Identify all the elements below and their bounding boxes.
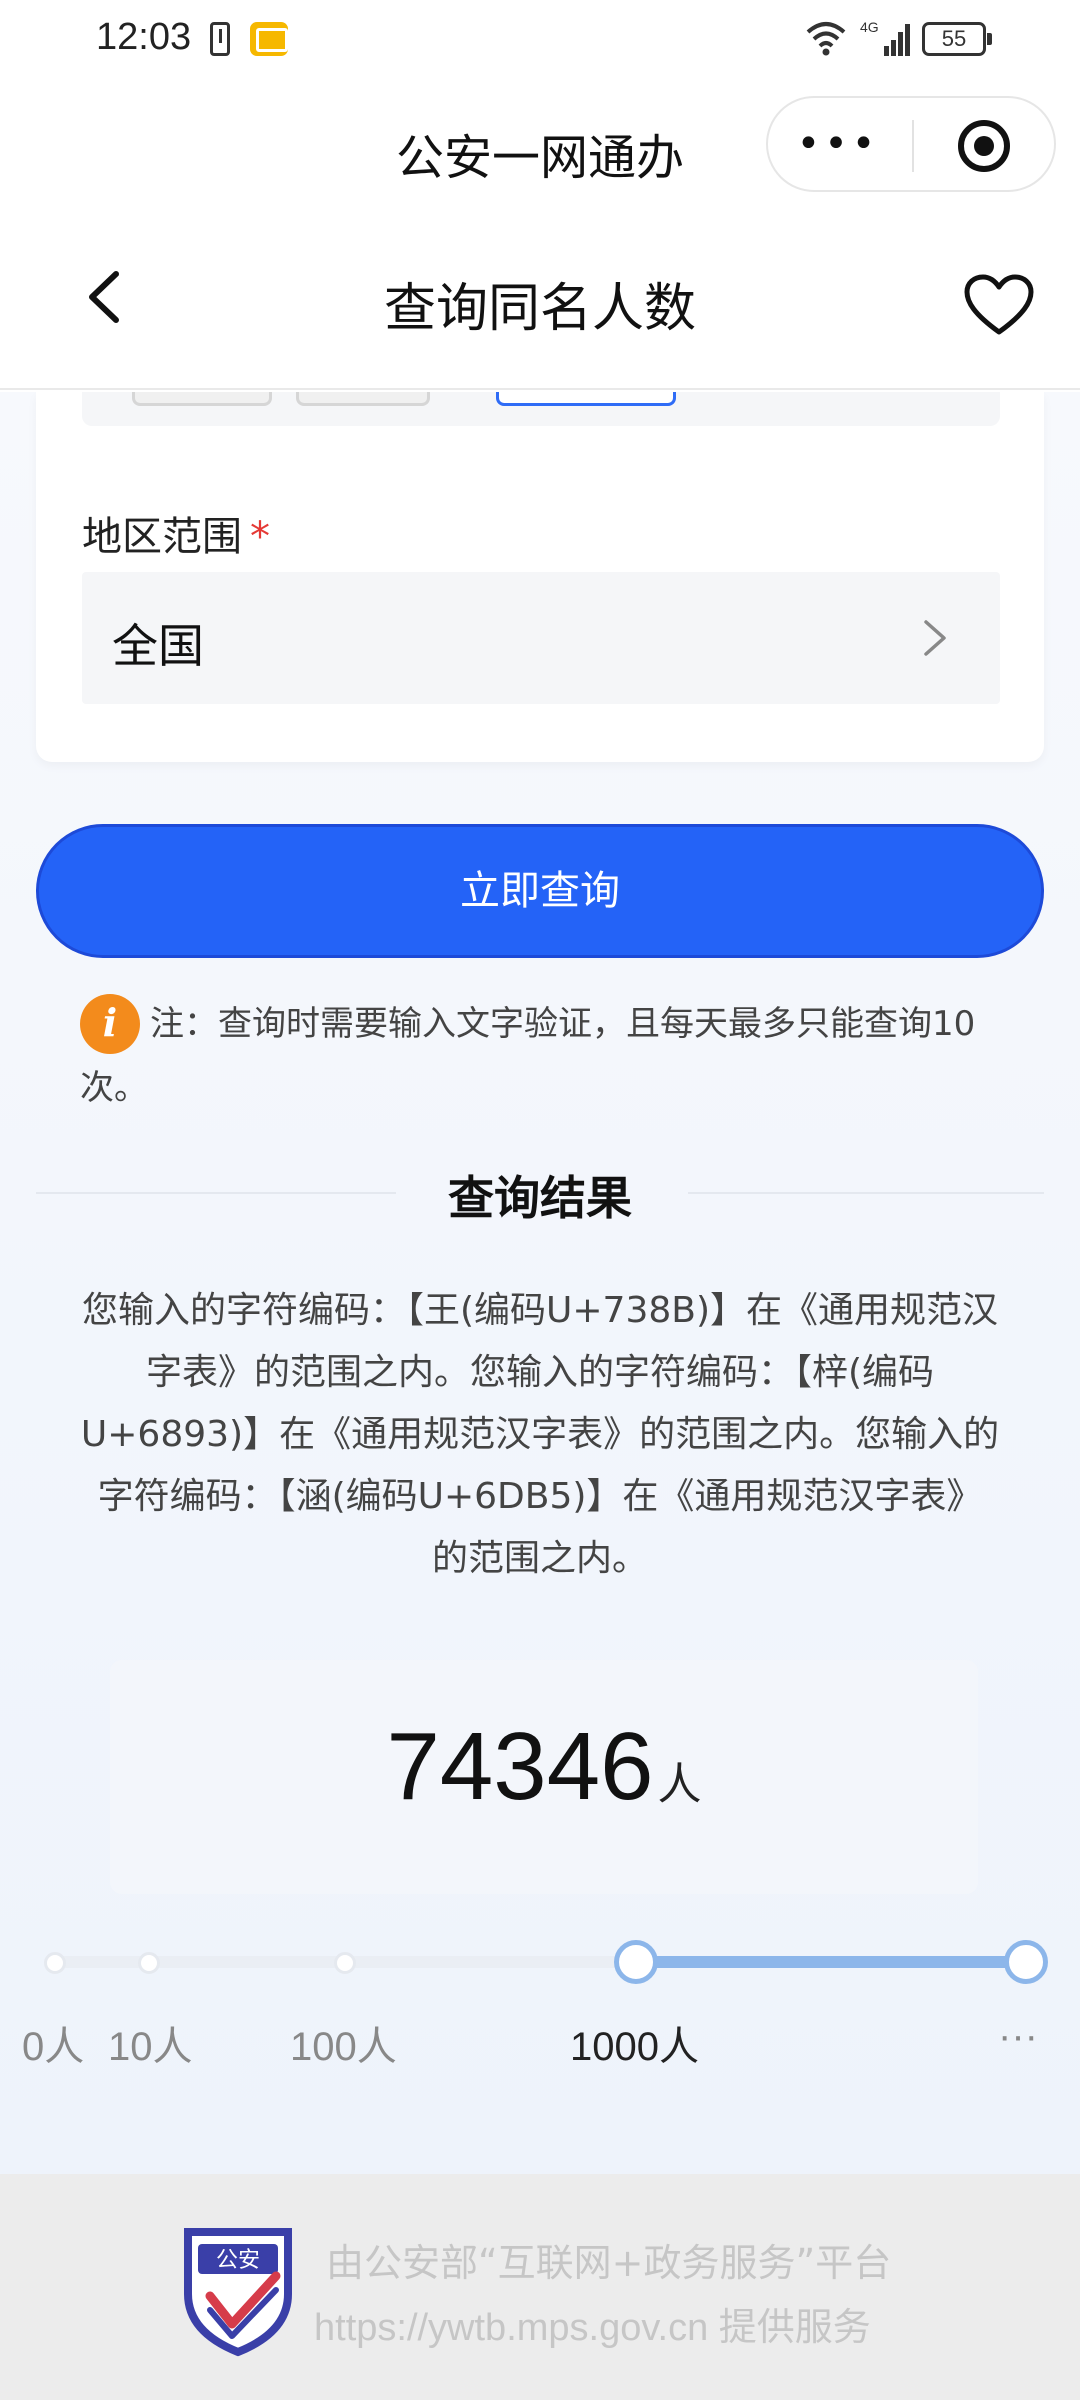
- signal-icon: 4G: [860, 19, 910, 56]
- option-chip[interactable]: [132, 392, 272, 406]
- scale-label: 100人: [290, 2025, 397, 2069]
- note-text: 注：查询时需要输入文字验证，且每天最多只能查询10次。: [80, 1004, 976, 1108]
- footer-url[interactable]: https://ywtb.mps.gov.cn 提供服务: [314, 2296, 871, 2351]
- scale-label: 10人: [108, 2025, 193, 2069]
- scale-label: 0人: [22, 2025, 85, 2069]
- battery-icon: 55: [922, 22, 992, 56]
- content-area: 地区范围 * 全国 立即查询 i 注：查询时需要输入文字验证，且每天最多只能查询1…: [0, 392, 1080, 2174]
- network-label: 4G: [860, 19, 879, 35]
- wifi-icon: [806, 22, 846, 56]
- result-title: 查询结果: [448, 1171, 632, 1225]
- scale-label-more: ···: [998, 2014, 1038, 2058]
- footer-provider: 由公安部“互联网+政务服务”平台: [326, 2241, 892, 2285]
- mail-icon: [250, 22, 288, 56]
- region-select[interactable]: 全国: [82, 572, 1000, 704]
- count-unit: 人: [657, 1759, 702, 1810]
- form-card: 地区范围 * 全国: [36, 392, 1044, 762]
- status-bar: 12:03 4G 55: [0, 0, 1080, 80]
- scale-dot: [138, 1952, 160, 1974]
- chevron-right-icon: [924, 620, 946, 656]
- footer: 公安 由公安部“互联网+政务服务”平台 https://ywtb.mps.gov…: [0, 2174, 1080, 2400]
- scale-dot-active-end: [1004, 1940, 1048, 1984]
- capsule-menu: •••: [766, 96, 1056, 192]
- scale-fill: [636, 1956, 1028, 1968]
- count-scale: 0人 10人 100人 1000人 ···: [0, 1932, 1080, 2072]
- count-display: 74346人: [110, 1712, 978, 1822]
- scale-dot: [334, 1952, 356, 1974]
- region-label: 地区范围 *: [82, 504, 270, 562]
- page-title: 查询同名人数: [383, 279, 696, 339]
- capsule-divider: [912, 120, 914, 172]
- scale-dot-active: [614, 1940, 658, 1984]
- option-chip-selected[interactable]: [496, 392, 676, 406]
- result-description: 您输入的字符编码：【王(编码U+738B)】在《通用规范汉字表》的范围之内。您输…: [80, 1290, 1000, 1579]
- scale-label-active: 1000人: [570, 2025, 699, 2069]
- option-chip[interactable]: [296, 392, 430, 406]
- more-dots-icon[interactable]: •••: [768, 124, 908, 164]
- status-time: 12:03: [96, 16, 192, 58]
- scale-dot: [44, 1952, 66, 1974]
- police-shield-icon: 公安: [184, 2228, 292, 2357]
- count-card: 74346人: [110, 1660, 978, 1894]
- required-mark: *: [250, 514, 270, 560]
- divider-right: [688, 1192, 1044, 1194]
- close-target-icon[interactable]: [958, 120, 1010, 172]
- nav-header: 查询同名人数: [0, 210, 1080, 390]
- count-number: 74346: [386, 1713, 654, 1820]
- query-note: 注：查询时需要输入文字验证，且每天最多只能查询10次。: [80, 992, 1000, 1120]
- logo-text: 公安: [216, 2248, 260, 2273]
- mini-program-header: 公安一网通办 •••: [0, 80, 1080, 210]
- alert-icon: [210, 22, 230, 56]
- region-value: 全国: [112, 619, 204, 673]
- option-chips: [82, 392, 1000, 426]
- region-label-text: 地区范围: [82, 514, 242, 560]
- query-button[interactable]: 立即查询: [36, 824, 1044, 958]
- heart-icon[interactable]: [964, 274, 1034, 336]
